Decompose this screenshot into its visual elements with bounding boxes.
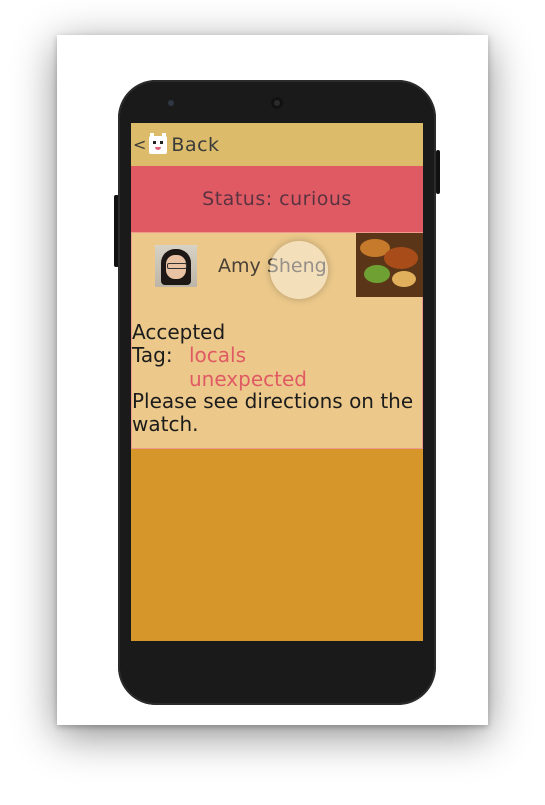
- tag-item[interactable]: unexpected: [189, 367, 307, 391]
- phone-camera: [271, 97, 283, 109]
- match-card: Amy Sheng Accepted Tag: locals unexpecte…: [131, 232, 423, 449]
- tag-item[interactable]: locals: [189, 343, 246, 367]
- directions-text: Please see directions on the watch.: [132, 389, 414, 436]
- avatar[interactable]: [155, 245, 197, 287]
- phone-power-button: [436, 150, 440, 194]
- back-button[interactable]: Back: [171, 134, 219, 156]
- status-text: Status: curious: [202, 188, 352, 210]
- accepted-status: Accepted: [132, 320, 226, 344]
- app-bar: < Back: [131, 123, 423, 166]
- app-logo-icon[interactable]: [149, 132, 168, 154]
- status-banner: Status: curious: [131, 166, 423, 232]
- tag-label: Tag:: [132, 343, 173, 367]
- phone-sensor: [168, 100, 174, 106]
- app-screen: < Back Status: curious Amy Sheng Accepte…: [131, 123, 423, 641]
- food-image[interactable]: [356, 233, 423, 297]
- touch-indicator: [270, 241, 328, 299]
- chevron-left-icon[interactable]: <: [133, 136, 146, 153]
